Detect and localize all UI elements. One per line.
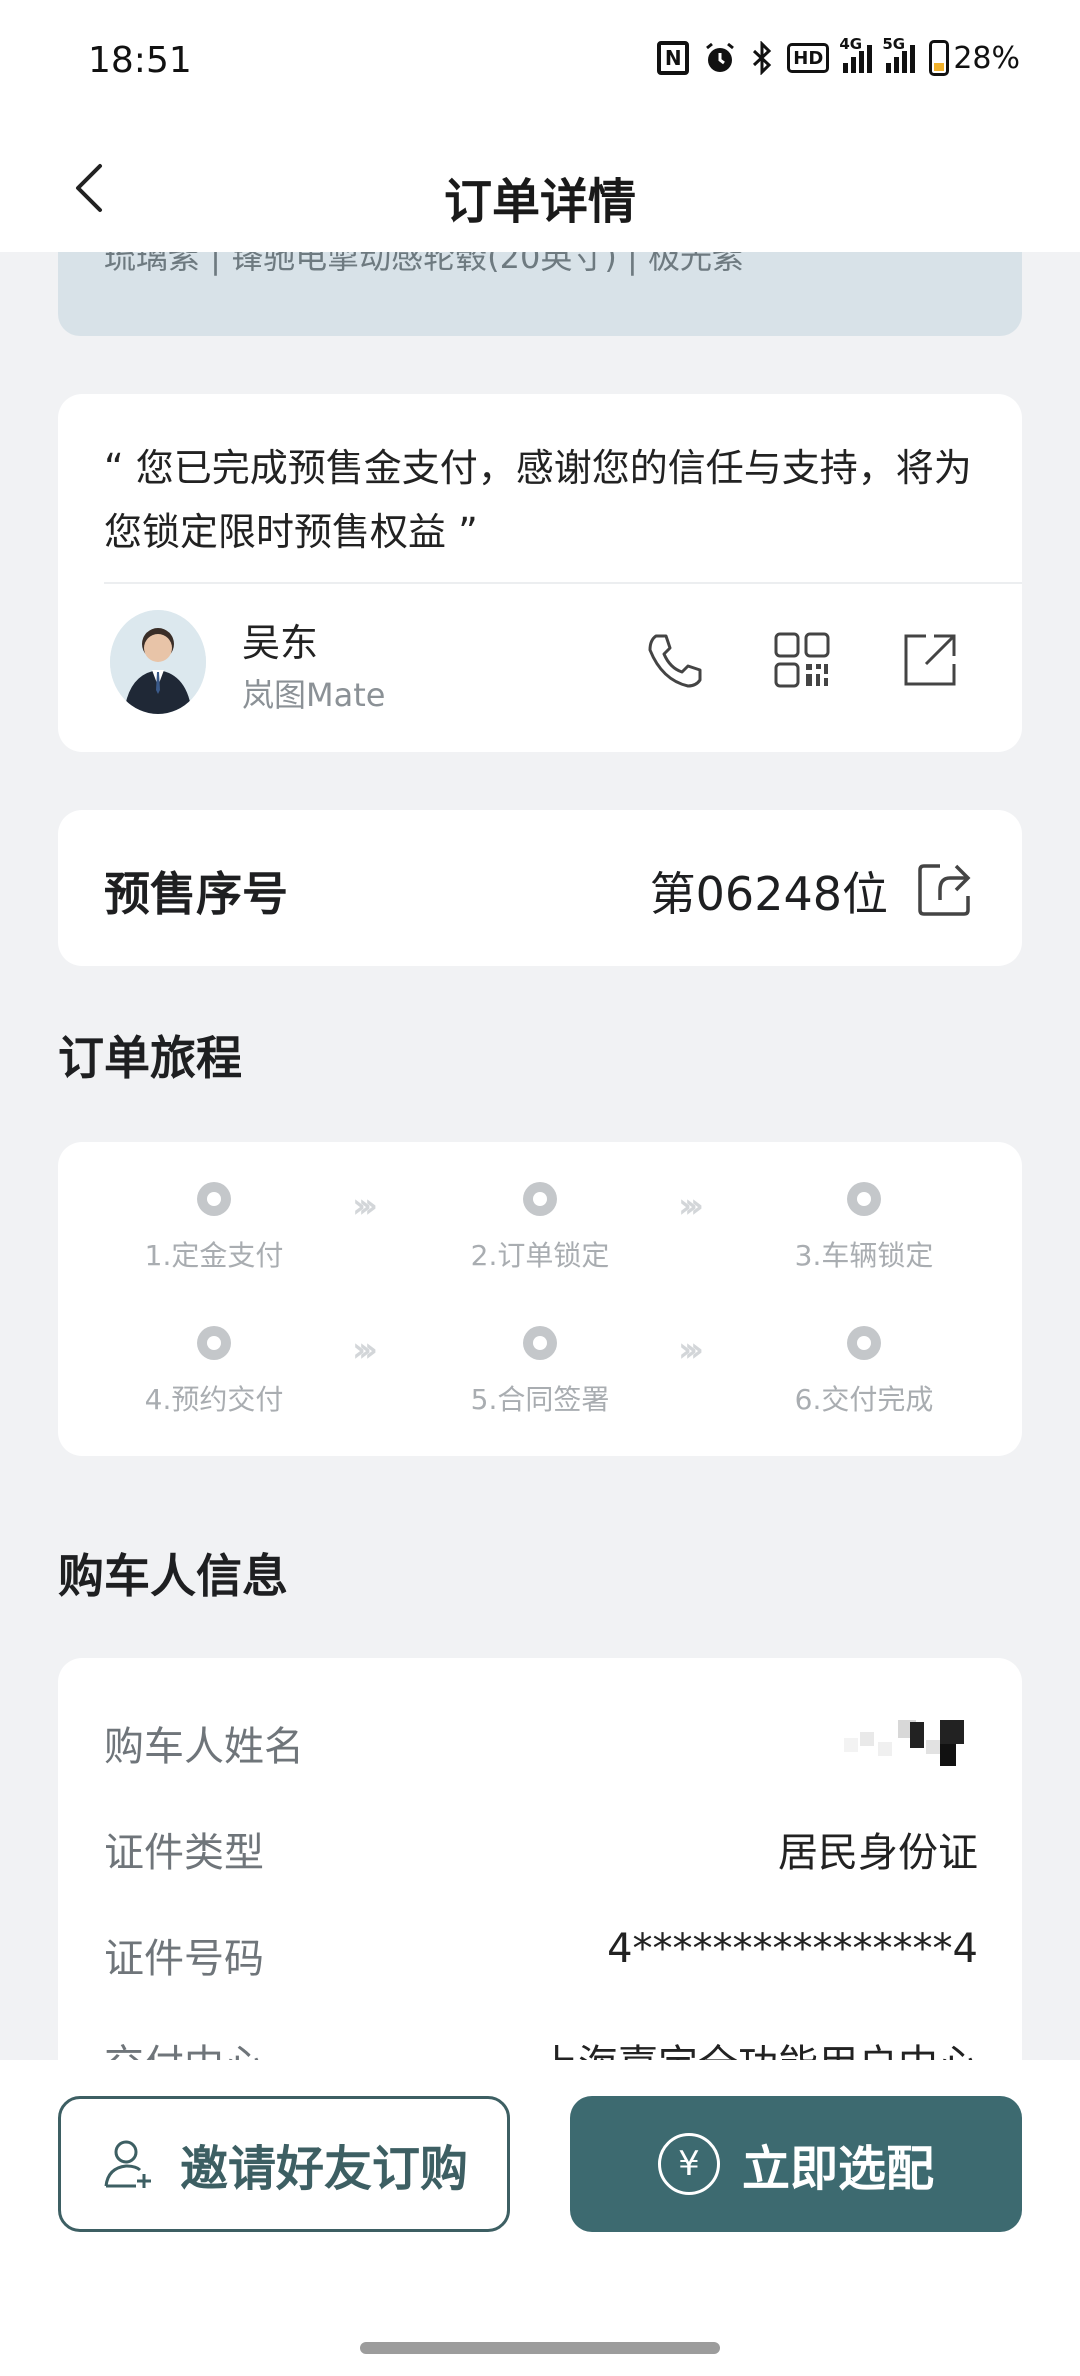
bluetooth-icon xyxy=(753,41,772,75)
step-label: 3.车辆锁定 xyxy=(794,1239,934,1272)
info-label: 证件类型 xyxy=(104,1830,264,1876)
signal-4g-icon: 4G xyxy=(839,35,873,73)
step-dot xyxy=(197,1182,231,1216)
bottom-action-bar: 邀请好友订购 ¥ 立即选配 xyxy=(0,2060,1080,2376)
step-label: 6.交付完成 xyxy=(794,1383,934,1416)
step-dot xyxy=(523,1182,557,1216)
battery-icon xyxy=(929,40,950,76)
presale-number-card: 预售序号 第06248位 xyxy=(58,810,1022,966)
external-link-icon[interactable] xyxy=(898,628,962,692)
presale-value: 第06248位 xyxy=(649,867,888,921)
status-icons: N HD 4G 5G 28% xyxy=(657,35,1020,76)
step-dot xyxy=(847,1182,881,1216)
step-label: 2.订单锁定 xyxy=(470,1239,610,1272)
phone-icon[interactable] xyxy=(642,628,706,692)
journey-step: 2.订单锁定 xyxy=(430,1182,650,1274)
info-value: 居民身份证 xyxy=(778,1830,978,1876)
signal-4g-label: 4G xyxy=(839,35,863,53)
invite-friend-label: 邀请好友订购 xyxy=(179,2141,468,2197)
info-label: 证件号码 xyxy=(104,1936,264,1982)
status-bar: 18:51 N HD 4G 5G 28% xyxy=(0,0,1080,128)
qr-code-icon[interactable] xyxy=(770,628,834,692)
info-row-buyer-name: 购车人姓名 xyxy=(104,1714,978,1774)
avatar xyxy=(110,610,206,714)
status-time: 18:51 xyxy=(88,40,192,81)
chevron-right-icon: ››› xyxy=(352,1186,378,1226)
share-icon[interactable] xyxy=(916,860,974,918)
chevron-right-icon: ››› xyxy=(678,1186,704,1226)
step-dot xyxy=(523,1326,557,1360)
buyer-info-card: 购车人姓名 证件类型 居民身份证 证件号码 4****************4… xyxy=(58,1658,1022,2088)
invite-friend-button[interactable]: 邀请好友订购 xyxy=(58,2096,510,2232)
signal-5g-label: 5G xyxy=(882,35,906,53)
buyer-info-title: 购车人信息 xyxy=(58,1549,288,1603)
advisor-quote: “ 您已完成预售金支付，感谢您的信任与支持，将为您锁定限时预售权益 ” xyxy=(104,446,972,554)
add-user-icon xyxy=(104,2140,151,2188)
journey-step: 3.车辆锁定 xyxy=(754,1182,974,1274)
alarm-icon xyxy=(706,42,735,72)
journey-step: 1.定金支付 xyxy=(104,1182,324,1274)
journey-card: 1.定金支付 ››› 2.订单锁定 ››› 3.车辆锁定 4.预约交付 ››› … xyxy=(58,1142,1022,1456)
home-indicator[interactable] xyxy=(360,2342,720,2354)
info-label: 购车人姓名 xyxy=(104,1724,304,1770)
step-label: 1.定金支付 xyxy=(144,1239,284,1272)
step-label: 4.预约交付 xyxy=(144,1383,284,1416)
journey-title: 订单旅程 xyxy=(58,1031,242,1085)
journey-step: 6.交付完成 xyxy=(754,1326,974,1418)
chevron-right-icon: ››› xyxy=(678,1330,704,1370)
hd-icon: HD xyxy=(787,43,830,73)
configure-now-label: 立即选配 xyxy=(741,2141,934,2197)
step-dot xyxy=(197,1326,231,1360)
journey-step: 5.合同签署 xyxy=(430,1326,650,1418)
nav-bar: 订单详情 xyxy=(0,128,1080,252)
journey-step: 4.预约交付 xyxy=(104,1326,324,1418)
info-row-id-type: 证件类型 居民身份证 xyxy=(104,1820,978,1880)
battery-percent: 28% xyxy=(953,40,1020,76)
advisor-role: 岚图Mate xyxy=(242,676,386,714)
info-row-id-number: 证件号码 4****************4 xyxy=(104,1926,978,1986)
advisor-card: “ 您已完成预售金支付，感谢您的信任与支持，将为您锁定限时预售权益 ” 吴东 岚… xyxy=(58,394,1022,752)
step-label: 5.合同签署 xyxy=(470,1383,610,1416)
page-title: 订单详情 xyxy=(443,174,636,230)
configure-now-button[interactable]: ¥ 立即选配 xyxy=(570,2096,1022,2232)
info-value: 4****************4 xyxy=(607,1926,978,1972)
advisor-name: 吴东 xyxy=(242,621,319,665)
yen-icon: ¥ xyxy=(657,2133,720,2195)
step-dot xyxy=(847,1326,881,1360)
divider xyxy=(104,582,1022,584)
battery-indicator: 28% xyxy=(929,40,1020,76)
masked-name xyxy=(844,1720,964,1766)
presale-label: 预售序号 xyxy=(104,867,288,921)
signal-5g-icon: 5G xyxy=(882,35,916,73)
nfc-icon: N xyxy=(657,41,690,75)
chevron-right-icon: ››› xyxy=(352,1330,378,1370)
